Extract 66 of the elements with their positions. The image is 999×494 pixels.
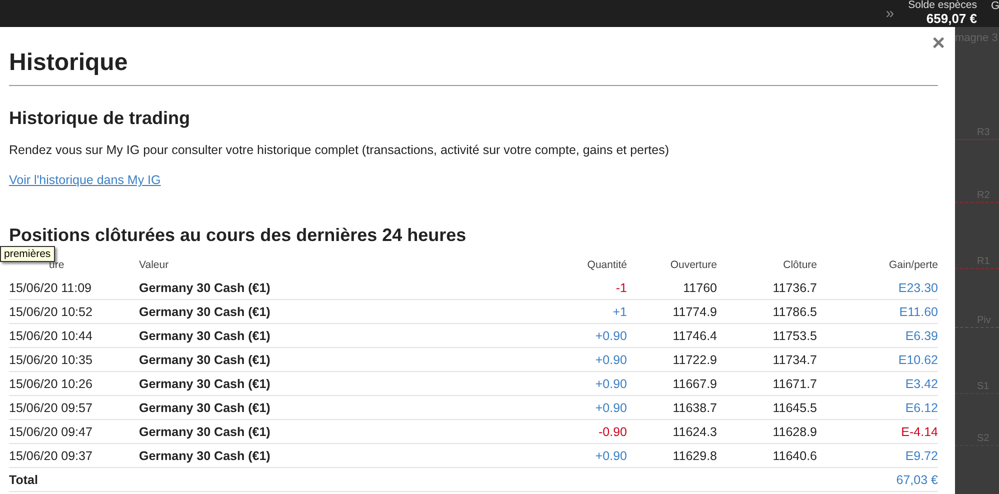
quantity-cell-text: +0.90 xyxy=(594,376,627,390)
top-bar-label: G xyxy=(991,0,999,14)
column-header: Gain/perte xyxy=(888,259,938,271)
gain-cell-text: E-4.14 xyxy=(900,424,938,438)
date-cell-text: 15/06/20 09:47 xyxy=(9,424,94,438)
gain-cell-text: E9.72 xyxy=(904,448,938,462)
instrument-cell-text: Germany 30 Cash (€1) xyxy=(139,304,272,318)
section-heading: Positions clôturées au cours des dernières 24 heures xyxy=(9,225,468,246)
open-price-cell-text: 11624.3 xyxy=(672,424,717,438)
instrument-cell-text: Germany 30 Cash (€1) xyxy=(139,352,272,366)
close-price-cell-text: 11645.5 xyxy=(772,400,817,414)
open-price-cell-text: 11746.4 xyxy=(672,328,717,342)
instrument-cell-text: Germany 30 Cash (€1) xyxy=(139,400,272,414)
gain-cell-text: E23.30 xyxy=(897,280,938,294)
quantity-cell-text: -1 xyxy=(614,280,627,294)
column-header: Ouverture xyxy=(669,259,717,271)
date-cell-text: 15/06/20 10:35 xyxy=(9,352,94,366)
column-header: Valeur xyxy=(139,259,170,271)
total-label: Total xyxy=(9,472,39,486)
column-header: ure xyxy=(49,259,66,271)
date-cell-text: 15/06/20 10:44 xyxy=(9,328,94,342)
close-price-cell-text: 11734.7 xyxy=(772,352,817,366)
open-price-cell-text: 11760 xyxy=(682,280,717,294)
history-link[interactable]: Voir l'historique dans My IG xyxy=(9,173,161,187)
instrument-cell-text: Germany 30 Cash (€1) xyxy=(139,328,272,342)
instrument-cell-text: Germany 30 Cash (€1) xyxy=(139,424,272,438)
open-price-cell-text: 11774.9 xyxy=(672,304,717,318)
gain-cell-text: E10.62 xyxy=(897,352,938,366)
dialog-title: Historique xyxy=(9,49,938,86)
quantity-cell-text: +0.90 xyxy=(594,328,627,342)
description-text: Rendez vous sur My IG pour consulter votre historique complet (transactions, activité sur votre compte, gains et pertes) xyxy=(9,143,670,157)
date-cell-text: 15/06/20 09:37 xyxy=(9,448,94,462)
close-price-cell-text: 11671.7 xyxy=(772,376,817,390)
gain-cell-text: E3.42 xyxy=(904,376,938,390)
close-price-cell-text: 11786.5 xyxy=(772,304,817,318)
close-price-cell-text: 11640.6 xyxy=(772,448,817,462)
tooltip: premières xyxy=(0,246,55,262)
section-heading: Historique de trading xyxy=(9,108,192,129)
gain-cell-text: E6.39 xyxy=(904,328,938,342)
column-header: Clôture xyxy=(782,259,817,271)
cash-balance-label: Solde espèces xyxy=(908,0,977,11)
quantity-cell-text: +0.90 xyxy=(594,400,627,414)
gain-cell-text: E6.12 xyxy=(904,400,938,414)
column-header: Quantité xyxy=(586,259,627,271)
cash-balance-value: 659,07 € xyxy=(926,11,977,26)
date-cell-text: 15/06/20 11:09 xyxy=(9,280,92,294)
instrument-cell-text: Germany 30 Cash (€1) xyxy=(139,448,272,462)
gain-cell-text: E11.60 xyxy=(898,304,938,318)
date-cell-text: 15/06/20 10:52 xyxy=(9,304,94,318)
open-price-cell-text: 11722.9 xyxy=(672,352,717,366)
close-price-cell-text: 11628.9 xyxy=(772,424,817,438)
instrument-cell-text: Germany 30 Cash (€1) xyxy=(139,376,272,390)
instrument-cell-text: Germany 30 Cash (€1) xyxy=(139,280,272,294)
quantity-cell-text: +0.90 xyxy=(594,352,627,366)
close-price-cell-text: 11736.7 xyxy=(772,280,817,294)
open-price-cell-text: 11667.9 xyxy=(672,376,717,390)
quantity-cell-text: -0.90 xyxy=(598,424,627,438)
close-price-cell-text: 11753.5 xyxy=(772,328,817,342)
quantity-cell-text: +1 xyxy=(612,304,627,318)
open-price-cell-text: 11629.8 xyxy=(672,448,717,462)
date-cell-text: 15/06/20 09:57 xyxy=(9,400,94,414)
total-value: 67,03 € xyxy=(895,472,938,486)
date-cell-text: 15/06/20 10:26 xyxy=(9,376,94,390)
quantity-cell-text: +0.90 xyxy=(594,448,627,462)
open-price-cell-text: 11638.7 xyxy=(672,400,717,414)
double-chevron-icon[interactable]: » xyxy=(886,5,894,22)
